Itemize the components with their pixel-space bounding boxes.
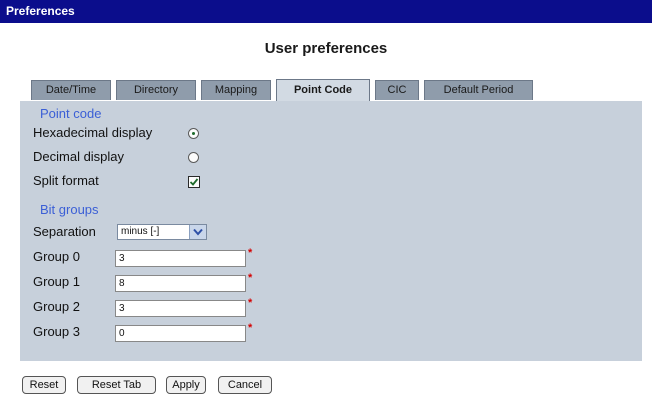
group-0-label: Group 0 bbox=[33, 249, 80, 264]
group-2-input[interactable]: 3 bbox=[115, 300, 246, 317]
chevron-down-icon bbox=[193, 228, 203, 236]
separation-value: minus [-] bbox=[121, 226, 160, 237]
tab-mapping[interactable]: Mapping bbox=[201, 80, 271, 100]
required-marker: * bbox=[248, 297, 253, 309]
tab-point-code[interactable]: Point Code bbox=[276, 79, 370, 101]
window-title: Preferences bbox=[6, 4, 75, 18]
group-0-input[interactable]: 3 bbox=[115, 250, 246, 267]
group-2-label: Group 2 bbox=[33, 299, 80, 314]
group-3-label: Group 3 bbox=[33, 324, 80, 339]
apply-button[interactable]: Apply bbox=[166, 376, 206, 394]
window-titlebar: Preferences bbox=[0, 0, 652, 23]
bit-groups-section-title: Bit groups bbox=[40, 202, 99, 217]
tab-date-time[interactable]: Date/Time bbox=[31, 80, 111, 100]
required-marker: * bbox=[248, 272, 253, 284]
hexadecimal-display-label: Hexadecimal display bbox=[33, 125, 153, 140]
separation-select[interactable]: minus [-] bbox=[117, 224, 207, 240]
required-marker: * bbox=[248, 247, 253, 259]
required-marker: * bbox=[248, 322, 253, 334]
checkmark-icon bbox=[189, 178, 199, 186]
page-title: User preferences bbox=[264, 40, 388, 57]
cancel-button[interactable]: Cancel bbox=[218, 376, 272, 394]
reset-tab-button[interactable]: Reset Tab bbox=[77, 376, 156, 394]
tab-cic[interactable]: CIC bbox=[375, 80, 419, 100]
decimal-display-radio[interactable] bbox=[188, 152, 199, 163]
point-code-section-title: Point code bbox=[40, 106, 102, 121]
point-code-panel bbox=[20, 101, 642, 361]
reset-button[interactable]: Reset bbox=[22, 376, 66, 394]
tab-default-period[interactable]: Default Period bbox=[424, 80, 533, 100]
separation-dropdown-button[interactable] bbox=[189, 225, 206, 239]
split-format-checkbox[interactable] bbox=[188, 176, 200, 188]
decimal-display-label: Decimal display bbox=[33, 149, 125, 164]
separation-label: Separation bbox=[33, 224, 96, 239]
tab-bar: Date/Time Directory Mapping Point Code C… bbox=[0, 79, 652, 101]
radio-dot-icon bbox=[192, 132, 195, 135]
tab-directory[interactable]: Directory bbox=[116, 80, 196, 100]
hexadecimal-display-radio[interactable] bbox=[188, 128, 199, 139]
group-1-input[interactable]: 8 bbox=[115, 275, 246, 292]
group-3-input[interactable]: 0 bbox=[115, 325, 246, 342]
group-1-label: Group 1 bbox=[33, 274, 80, 289]
split-format-label: Split format bbox=[33, 173, 99, 188]
